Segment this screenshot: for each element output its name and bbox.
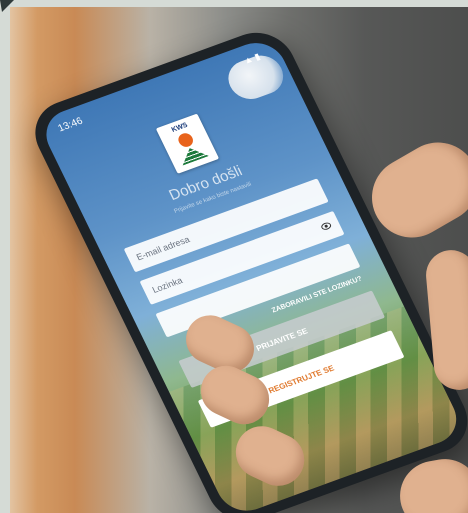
status-time: 13:46	[56, 115, 85, 135]
logo-sun-icon	[176, 131, 196, 149]
password-placeholder: Lozinka	[150, 275, 185, 295]
eye-icon[interactable]	[320, 221, 333, 232]
kws-logo: KWS	[155, 113, 220, 174]
photo-scene: 13:46 ▲ ▮ KWS Dobro došli Prijavite se k…	[0, 0, 468, 513]
logo-field-icon	[177, 143, 209, 165]
frame-top-edge	[0, 0, 468, 7]
frame-left-edge	[0, 0, 10, 513]
corner-arrow-icon	[0, 0, 14, 12]
phone-device: 13:46 ▲ ▮ KWS Dobro došli Prijavite se k…	[0, 0, 468, 513]
email-placeholder: E-mail adresa	[134, 234, 192, 263]
